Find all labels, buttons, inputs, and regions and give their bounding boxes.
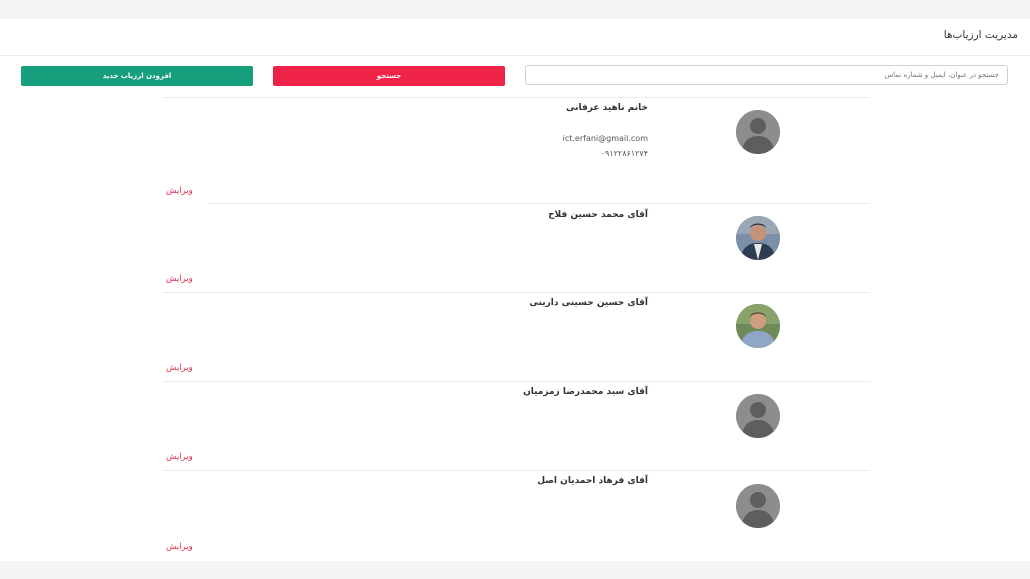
list-item: خانم ناهید عرفانی ict.erfani@gmail.com ۰… (163, 97, 870, 196)
list-item: آقای فرهاد احمدیان اصل ویرایش (163, 470, 870, 558)
row-divider (163, 97, 870, 98)
page-header: مدیریت ارزیاب‌ها (0, 19, 1030, 56)
edit-link[interactable]: ویرایش (166, 274, 193, 284)
evaluator-name: خانم ناهید عرفانی (566, 103, 648, 113)
search-input[interactable] (525, 65, 1008, 85)
profile-photo (736, 304, 780, 348)
evaluator-name: آقای فرهاد احمدیان اصل (537, 476, 648, 486)
evaluator-email: ict.erfani@gmail.com (562, 134, 648, 143)
evaluator-name: آقای محمد حسین فلاح (548, 210, 648, 220)
evaluator-name: آقای سید محمدرضا زمزمیان (523, 387, 648, 397)
edit-link[interactable]: ویرایش (166, 186, 193, 196)
default-avatar-icon (736, 394, 780, 438)
add-evaluator-button[interactable]: افزودن ارزیاب جدید (21, 66, 253, 86)
row-divider (163, 381, 870, 382)
edit-link[interactable]: ویرایش (166, 542, 193, 552)
row-divider (163, 292, 870, 293)
list-item: آقای حسین حسینی دارینی ویرایش (163, 292, 870, 380)
evaluator-phone: ۰۹۱۲۲۸۶۱۲۷۴ (600, 149, 648, 158)
default-avatar-icon (736, 484, 780, 528)
default-avatar-icon (736, 110, 780, 154)
profile-photo (736, 216, 780, 260)
evaluator-name: آقای حسین حسینی دارینی (529, 298, 648, 308)
list-item: آقای محمد حسین فلاح ویرایش (163, 203, 870, 292)
search-button[interactable]: جستجو (273, 66, 505, 86)
row-divider (163, 470, 870, 471)
edit-link[interactable]: ویرایش (166, 452, 193, 462)
edit-link[interactable]: ویرایش (166, 363, 193, 373)
row-divider (208, 203, 870, 204)
list-item: آقای سید محمدرضا زمزمیان ویرایش (163, 381, 870, 469)
page-title: مدیریت ارزیاب‌ها (943, 29, 1018, 41)
